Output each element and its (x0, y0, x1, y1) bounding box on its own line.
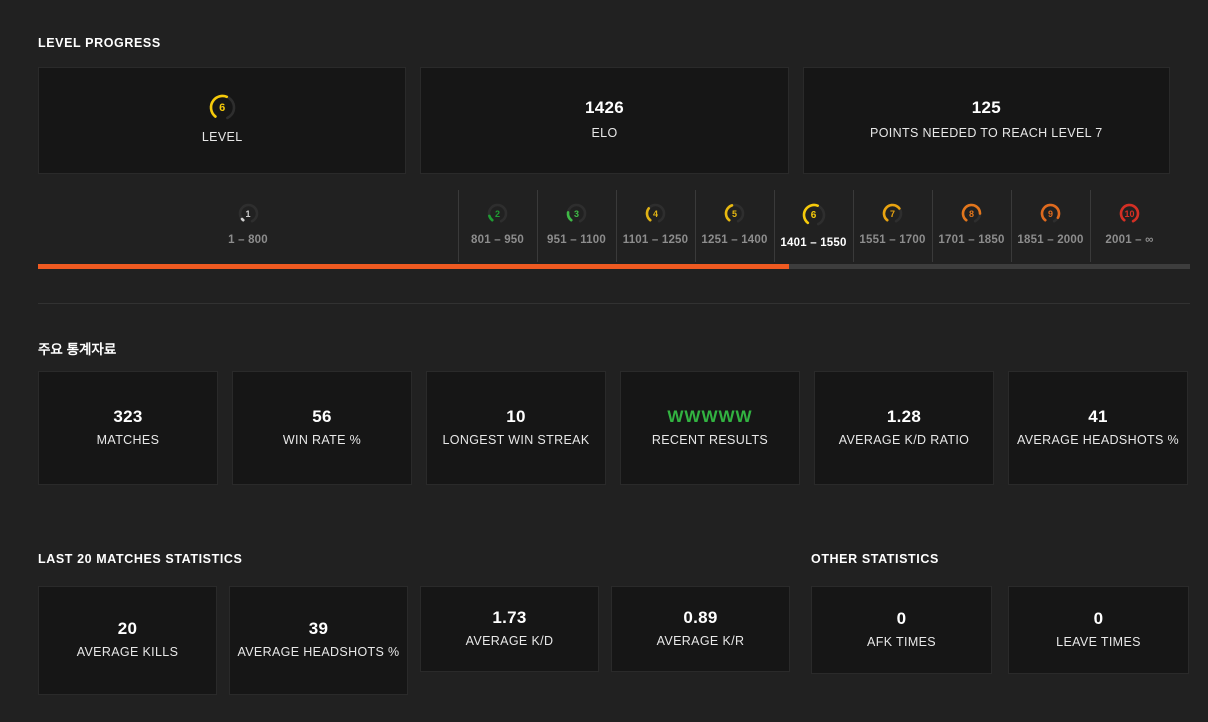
stat-label: RECENT RESULTS (651, 432, 769, 447)
level-range-label: 1401 – 1550 (780, 237, 847, 249)
level-badge-number: 6 (810, 209, 817, 221)
level-scale-cell-1[interactable]: 1 1 – 800 (38, 190, 458, 262)
level-badge-number: 2 (494, 208, 500, 219)
level-9-badge-icon: 9 (1039, 202, 1062, 225)
level-range-label: 2001 – ∞ (1105, 234, 1154, 246)
other-stat-card-2: 0 LEAVE TIMES (1008, 586, 1189, 674)
stat-value: 323 (113, 406, 143, 426)
stat-label: WIN RATE % (282, 432, 362, 447)
other-stat-card-1: 0 AFK TIMES (811, 586, 992, 674)
stat-value: 39 (308, 619, 329, 639)
stat-label: ELO (591, 126, 618, 141)
stat-value: 0 (1093, 608, 1104, 628)
level-badge-number: 10 (1124, 208, 1135, 219)
stat-label: AVERAGE HEADSHOTS % (237, 645, 400, 660)
key-stat-card-6: 41 AVERAGE HEADSHOTS % (1008, 371, 1188, 485)
stats-page: LEVEL PROGRESS 6 LEVEL 1426 ELO 125 POINTS NE… (0, 0, 1208, 722)
stat-value: 1426 (584, 98, 624, 118)
last-20-stat-card-1: 20 AVERAGE KILLS (38, 586, 217, 695)
section-divider (38, 303, 1190, 304)
level-badge-number: 5 (731, 208, 737, 219)
level-range-label: 1 – 800 (228, 234, 268, 246)
key-stat-card-5: 1.28 AVERAGE K/D RATIO (814, 371, 994, 485)
level-range-label: 1251 – 1400 (701, 234, 768, 246)
stat-value: 0 (896, 608, 907, 628)
level-scale: 1 1 – 800 2 801 – 950 3 951 – 1100 4 1101 – 125… (38, 190, 1190, 262)
last-20-stat-card-4: 0.89 AVERAGE K/R (611, 586, 790, 672)
stat-value: 1.73 (492, 607, 527, 627)
level-progress-cards: 6 LEVEL 1426 ELO 125 POINTS NEEDED TO REACH L… (38, 67, 1170, 174)
stat-value: 56 (312, 406, 332, 426)
level-6-badge-icon: 6 (208, 93, 237, 122)
stat-label: LEVEL (201, 130, 243, 145)
stat-value: 0.89 (683, 607, 718, 627)
stat-label: AVERAGE HEADSHOTS % (1016, 432, 1179, 447)
other-statistics-cards: 0 AFK TIMES 0 LEAVE TIMES (811, 586, 1190, 674)
stat-value: WWWWW (667, 406, 753, 426)
level-badge-number: 6 (219, 101, 226, 114)
level-5-badge-icon: 5 (723, 202, 746, 225)
level-scale-cell-4[interactable]: 4 1101 – 1250 (616, 190, 695, 262)
level-progress-card-2: 1426 ELO (420, 67, 789, 174)
level-4-badge-icon: 4 (644, 202, 667, 225)
level-range-label: 1851 – 2000 (1017, 234, 1084, 246)
stat-value: 41 (1088, 406, 1108, 426)
stat-label: MATCHES (96, 432, 160, 447)
level-2-badge-icon: 2 (486, 202, 509, 225)
key-stat-card-2: 56 WIN RATE % (232, 371, 412, 485)
level-scale-cell-6[interactable]: 6 1401 – 1550 (774, 190, 853, 262)
last-20-matches-cards: 20 AVERAGE KILLS 39 AVERAGE HEADSHOTS % 1.73… (38, 586, 798, 695)
stat-label: LEAVE TIMES (1056, 634, 1141, 649)
level-badge-number: 4 (652, 208, 658, 219)
stat-label: AVERAGE K/R (656, 633, 745, 648)
level-range-label: 801 – 950 (471, 234, 524, 246)
level-6-badge-icon: 6 (801, 202, 827, 228)
stat-value: 125 (971, 98, 1001, 118)
level-badge-number: 8 (968, 208, 974, 219)
last-20-matches-heading: LAST 20 MATCHES STATISTICS (38, 552, 243, 566)
level-1-badge-icon: 1 (237, 202, 260, 225)
stat-label: LONGEST WIN STREAK (442, 432, 590, 447)
last-20-stat-card-2: 39 AVERAGE HEADSHOTS % (229, 586, 408, 695)
level-scale-cell-7[interactable]: 7 1551 – 1700 (853, 190, 932, 262)
stat-value: 20 (117, 619, 138, 639)
stat-label: AVERAGE KILLS (76, 645, 179, 660)
level-scale-cell-5[interactable]: 5 1251 – 1400 (695, 190, 774, 262)
key-stat-card-3: 10 LONGEST WIN STREAK (426, 371, 606, 485)
key-statistics-cards: 323 MATCHES 56 WIN RATE % 10 LONGEST WIN STRE… (38, 371, 1190, 485)
level-progress-heading: LEVEL PROGRESS (38, 36, 161, 50)
level-scale-cell-3[interactable]: 3 951 – 1100 (537, 190, 616, 262)
level-badge-number: 7 (889, 208, 895, 219)
level-8-badge-icon: 8 (960, 202, 983, 225)
level-scale-cell-10[interactable]: 10 2001 – ∞ (1090, 190, 1169, 262)
stat-label: AVERAGE K/D RATIO (838, 432, 970, 447)
level-scale-cell-8[interactable]: 8 1701 – 1850 (932, 190, 1011, 262)
stat-value: 10 (506, 406, 526, 426)
level-scale-cell-9[interactable]: 9 1851 – 2000 (1011, 190, 1090, 262)
stat-label: AFK TIMES (867, 634, 936, 649)
level-3-badge-icon: 3 (565, 202, 588, 225)
last-20-stat-card-3: 1.73 AVERAGE K/D (420, 586, 599, 672)
level-7-badge-icon: 7 (881, 202, 904, 225)
level-range-label: 1551 – 1700 (859, 234, 926, 246)
level-scale-cell-2[interactable]: 2 801 – 950 (458, 190, 537, 262)
level-progress-card-1: 6 LEVEL (38, 67, 407, 174)
level-range-label: 1101 – 1250 (622, 234, 689, 246)
level-progress-fill (38, 264, 790, 269)
level-range-label: 951 – 1100 (547, 234, 606, 246)
key-statistics-heading: 주요 통계자료 (38, 342, 117, 357)
stat-value: 1.28 (886, 406, 922, 426)
level-progress-track (38, 264, 1190, 269)
stat-label: POINTS NEEDED TO REACH LEVEL 7 (870, 126, 1103, 141)
key-stat-card-1: 323 MATCHES (38, 371, 218, 485)
level-10-badge-icon: 10 (1118, 202, 1141, 225)
level-range-label: 1701 – 1850 (938, 234, 1005, 246)
level-badge-number: 1 (245, 208, 251, 219)
key-stat-card-4: WWWWW RECENT RESULTS (620, 371, 800, 485)
other-statistics-heading: OTHER STATISTICS (811, 552, 939, 566)
level-progress-card-3: 125 POINTS NEEDED TO REACH LEVEL 7 (802, 67, 1170, 174)
level-badge-number: 9 (1047, 208, 1053, 219)
level-badge-number: 3 (573, 208, 579, 219)
stat-label: AVERAGE K/D (465, 633, 554, 648)
